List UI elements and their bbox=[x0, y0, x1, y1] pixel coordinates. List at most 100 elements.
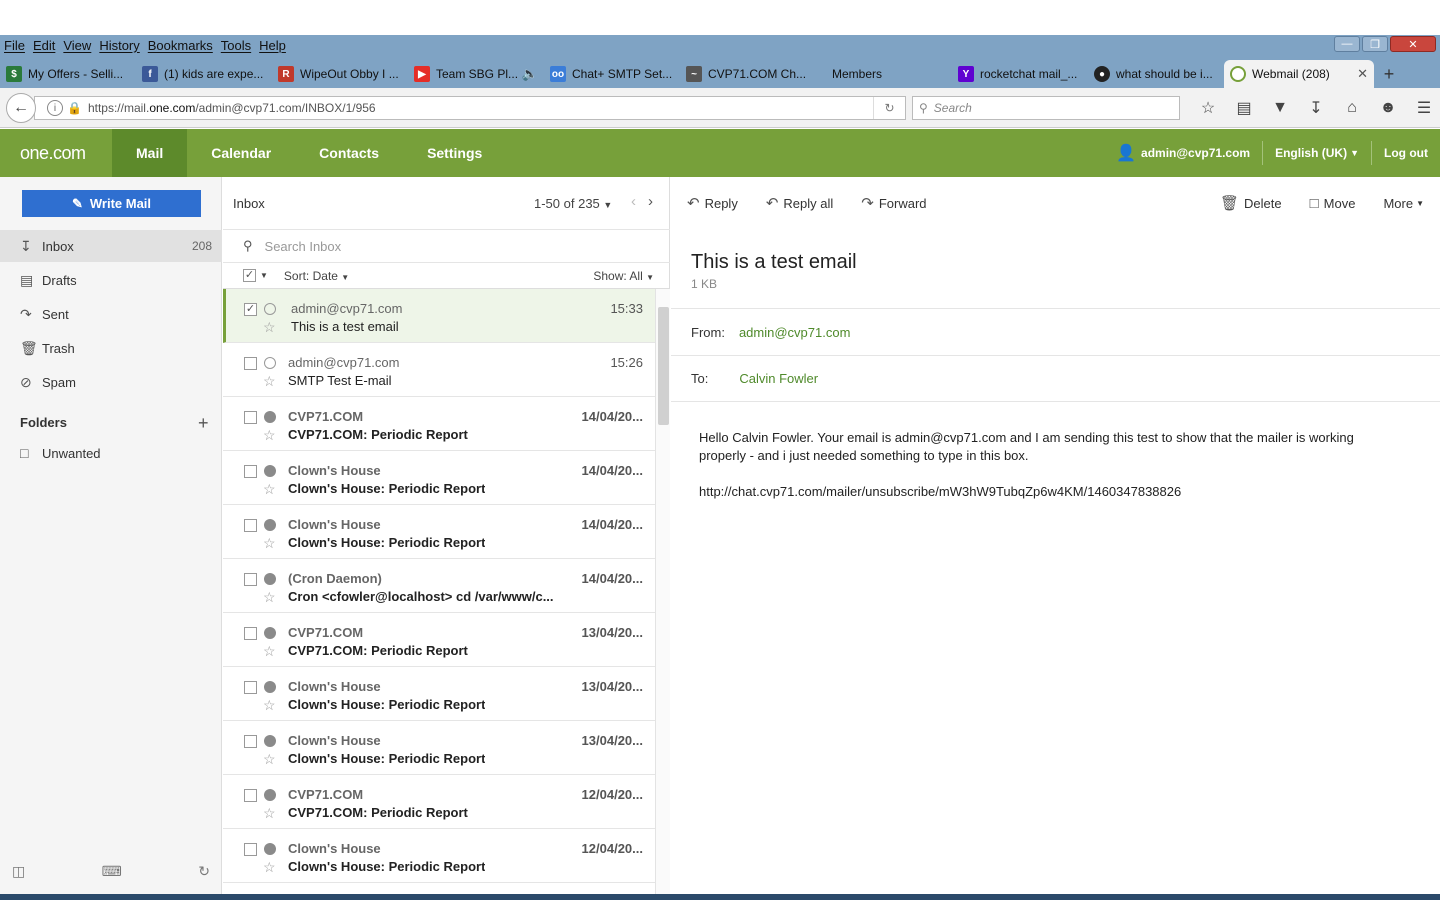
read-status-icon[interactable] bbox=[264, 627, 276, 639]
info-icon[interactable]: i bbox=[47, 100, 63, 116]
list-scrollbar[interactable] bbox=[655, 289, 670, 894]
row-checkbox[interactable] bbox=[244, 465, 257, 478]
download-icon[interactable]: ↧ bbox=[1298, 96, 1334, 120]
folder-spam[interactable]: ⊘ Spam bbox=[0, 366, 222, 398]
user-menu[interactable]: 👤 admin@cvp71.com bbox=[1104, 141, 1262, 165]
folder-trash[interactable]: 🗑 Trash bbox=[0, 332, 222, 364]
message-row[interactable]: ☆ Clown's House Clown's House: Periodic Re… bbox=[223, 721, 655, 775]
restore-button[interactable]: ❐ bbox=[1362, 36, 1388, 52]
menu-file[interactable]: File bbox=[4, 38, 25, 53]
row-checkbox[interactable] bbox=[244, 519, 257, 532]
folder-drafts[interactable]: ▤ Drafts bbox=[0, 264, 222, 296]
row-checkbox[interactable] bbox=[244, 411, 257, 424]
star-icon[interactable]: ☆ bbox=[263, 481, 276, 498]
reload-icon[interactable]: ↻ bbox=[873, 97, 905, 119]
nav-settings[interactable]: Settings bbox=[403, 129, 506, 177]
unsubscribe-link[interactable]: http://chat.cvp71.com/mailer/unsubscribe… bbox=[699, 483, 1399, 501]
from-address[interactable]: admin@cvp71.com bbox=[739, 325, 850, 340]
close-window-button[interactable]: ✕ bbox=[1390, 36, 1436, 52]
message-row[interactable]: ☆ Clown's House Clown's House: Periodic Re… bbox=[223, 451, 655, 505]
tab-members[interactable]: Members bbox=[816, 60, 952, 88]
select-all-checkbox[interactable]: ✓ bbox=[243, 269, 256, 282]
tab-chat-smtp[interactable]: oo Chat+ SMTP Set... bbox=[544, 60, 680, 88]
sort-select[interactable]: Sort: Date ▼ bbox=[284, 269, 349, 283]
nav-mail[interactable]: Mail bbox=[112, 129, 188, 177]
row-checkbox[interactable] bbox=[244, 627, 257, 640]
read-status-icon[interactable] bbox=[264, 519, 276, 531]
pocket-icon[interactable]: ▼ bbox=[1262, 96, 1298, 120]
caret-down-icon[interactable]: ▼ bbox=[260, 271, 268, 280]
star-icon[interactable]: ☆ bbox=[263, 805, 276, 822]
language-select[interactable]: English (UK) ▼ bbox=[1262, 141, 1371, 165]
read-status-icon[interactable] bbox=[264, 843, 276, 855]
reading-list-icon[interactable]: ▤ bbox=[1226, 96, 1262, 120]
add-folder-icon[interactable]: + bbox=[198, 413, 209, 434]
tab-roblox[interactable]: R WipeOut Obby I ... bbox=[272, 60, 408, 88]
paging-select[interactable]: 1-50 of 235 ▼ bbox=[534, 196, 612, 211]
prev-page-icon[interactable]: ‹ bbox=[631, 193, 636, 210]
message-row[interactable]: ☆ Clown's House Clown's House: Periodic Re… bbox=[223, 829, 655, 883]
star-icon[interactable]: ☆ bbox=[263, 373, 276, 390]
reply-button[interactable]: ↶ Reply bbox=[687, 194, 738, 212]
reply-all-button[interactable]: ↶ Reply all bbox=[766, 194, 833, 212]
read-status-icon[interactable] bbox=[264, 789, 276, 801]
new-tab-button[interactable]: + bbox=[1374, 60, 1404, 88]
move-button[interactable]: □ Move bbox=[1310, 195, 1356, 212]
read-status-icon[interactable] bbox=[264, 573, 276, 585]
search-inbox-input[interactable]: ⚲ Search Inbox bbox=[223, 229, 670, 263]
next-page-icon[interactable]: › bbox=[648, 193, 653, 210]
star-icon[interactable]: ☆ bbox=[263, 319, 276, 336]
one-com-logo[interactable]: one.com bbox=[20, 143, 86, 164]
row-checkbox[interactable] bbox=[244, 789, 257, 802]
home-icon[interactable]: ⌂ bbox=[1334, 96, 1370, 120]
star-icon[interactable]: ☆ bbox=[263, 751, 276, 768]
folder-sent[interactable]: ↷ Sent bbox=[0, 298, 222, 330]
menu-edit[interactable]: Edit bbox=[33, 38, 55, 53]
logout-link[interactable]: Log out bbox=[1371, 141, 1440, 165]
menu-tools[interactable]: Tools bbox=[221, 38, 251, 53]
message-row[interactable]: ☆ (Cron Daemon) Cron <cfowler@localhost> c… bbox=[223, 559, 655, 613]
row-checkbox[interactable] bbox=[244, 681, 257, 694]
star-icon[interactable]: ☆ bbox=[263, 589, 276, 606]
star-icon[interactable]: ☆ bbox=[263, 697, 276, 714]
tab-youtube[interactable]: ▶ Team SBG Pl... 🔈 bbox=[408, 60, 544, 88]
show-filter[interactable]: Show: All ▼ bbox=[593, 269, 654, 283]
menu-help[interactable]: Help bbox=[259, 38, 286, 53]
browser-search-field[interactable]: ⚲ Search bbox=[912, 96, 1180, 120]
to-address[interactable]: Calvin Fowler bbox=[739, 371, 818, 386]
read-status-icon[interactable] bbox=[264, 735, 276, 747]
message-row[interactable]: ☆ CVP71.COM CVP71.COM: Periodic Report 13/0… bbox=[223, 613, 655, 667]
url-bar[interactable]: i 🔒 https://mail. one.com/admin@cvp71.com… bbox=[34, 96, 906, 120]
star-icon[interactable]: ☆ bbox=[263, 427, 276, 444]
nav-contacts[interactable]: Contacts bbox=[295, 129, 403, 177]
speaker-icon[interactable]: 🔈 bbox=[522, 66, 538, 82]
star-icon[interactable]: ☆ bbox=[263, 859, 276, 876]
tab-my-offers[interactable]: $ My Offers - Selli... bbox=[0, 60, 136, 88]
hamburger-menu-icon[interactable]: ☰ bbox=[1406, 96, 1440, 120]
star-icon[interactable]: ☆ bbox=[263, 643, 276, 660]
forward-button[interactable]: ↷ Forward bbox=[861, 194, 926, 212]
star-icon[interactable]: ☆ bbox=[263, 535, 276, 552]
message-row[interactable]: ☆ Clown's House Clown's House: Periodic Re… bbox=[223, 505, 655, 559]
folder-unwanted[interactable]: □ Unwanted bbox=[0, 437, 222, 469]
tab-rocketchat[interactable]: Yrocketchat mail_... bbox=[952, 60, 1088, 88]
bookmark-star-icon[interactable]: ☆ bbox=[1190, 96, 1226, 120]
scroll-thumb[interactable] bbox=[658, 307, 669, 425]
message-row[interactable]: ☆ CVP71.COM CVP71.COM: Periodic Report 14/0… bbox=[223, 397, 655, 451]
nav-calendar[interactable]: Calendar bbox=[187, 129, 295, 177]
read-status-icon[interactable] bbox=[264, 465, 276, 477]
folder-inbox[interactable]: ↧ Inbox 208 bbox=[0, 230, 222, 262]
message-row[interactable]: ☆ CVP71.COM CVP71.COM: Periodic Report 12/0… bbox=[223, 775, 655, 829]
read-status-icon[interactable] bbox=[264, 411, 276, 423]
row-checkbox[interactable] bbox=[244, 573, 257, 586]
delete-button[interactable]: 🗑 Delete bbox=[1220, 194, 1282, 212]
minimize-button[interactable]: — bbox=[1334, 36, 1360, 52]
tab-webmail[interactable]: Webmail (208) ✕ bbox=[1224, 60, 1374, 88]
tab-cvp71[interactable]: ~ CVP71.COM Ch... bbox=[680, 60, 816, 88]
menu-bookmarks[interactable]: Bookmarks bbox=[148, 38, 213, 53]
menu-history[interactable]: History bbox=[99, 38, 139, 53]
message-row[interactable]: ☆ admin@cvp71.com SMTP Test E-mail 15:26 bbox=[223, 343, 655, 397]
tab-github[interactable]: ● what should be i... bbox=[1088, 60, 1224, 88]
read-status-icon[interactable] bbox=[264, 681, 276, 693]
keyboard-icon[interactable]: ⌨ bbox=[102, 863, 122, 880]
